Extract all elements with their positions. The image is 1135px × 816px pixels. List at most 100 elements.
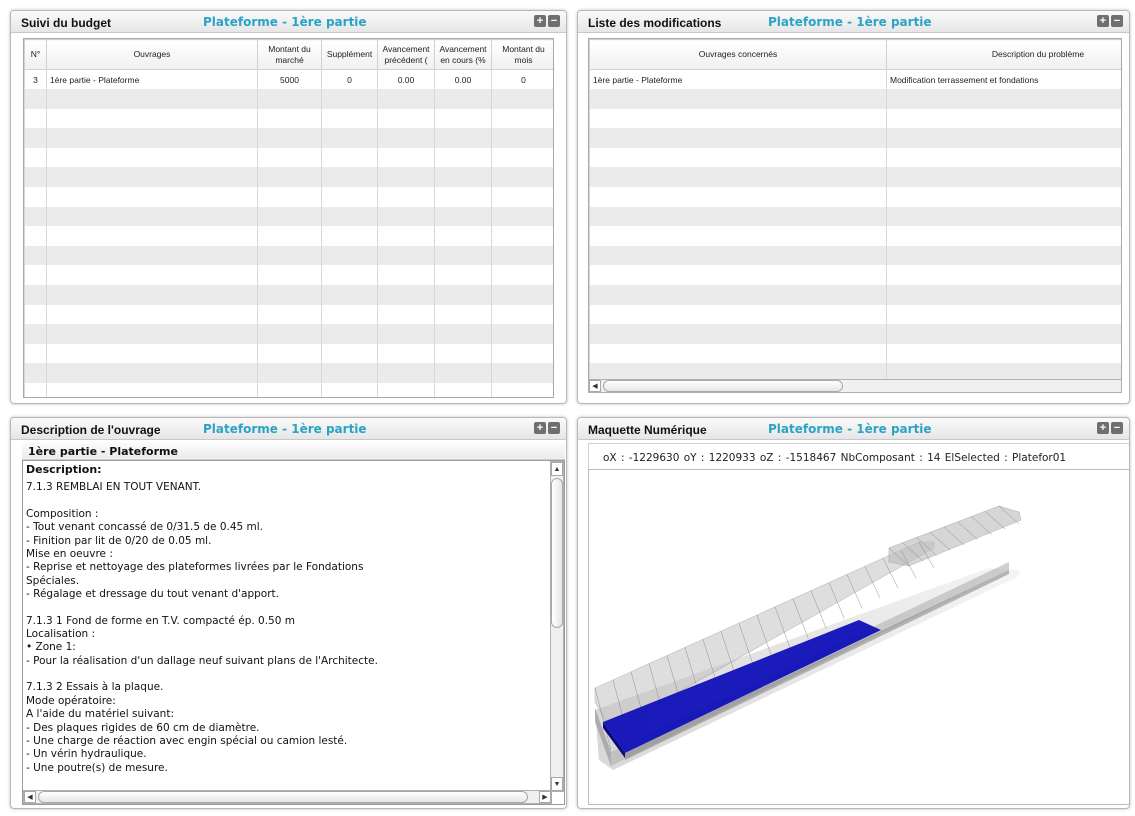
table-row[interactable] (24, 128, 553, 148)
table-row[interactable] (589, 167, 1121, 188)
table-row[interactable] (24, 187, 553, 207)
3d-viewport[interactable] (588, 469, 1129, 805)
table-row[interactable] (24, 245, 553, 266)
table-cell (434, 363, 492, 383)
scroll-left-icon[interactable]: ◀ (589, 380, 601, 392)
table-cell: 3 (24, 69, 47, 90)
table-row[interactable] (24, 167, 553, 188)
table-cell (886, 343, 1121, 364)
table-row[interactable] (589, 187, 1121, 207)
table-cell: 0.00 (377, 69, 435, 90)
budget-panel: Suivi du budget Plateforme - 1ère partie… (10, 10, 567, 404)
expand-icon[interactable]: + (1097, 15, 1109, 27)
table-cell (434, 265, 492, 286)
expand-icon[interactable]: + (534, 15, 546, 27)
description-horizontal-scrollbar[interactable]: ◀ ▶ (23, 790, 552, 804)
table-cell (321, 206, 378, 227)
column-header[interactable]: Ouvrages (46, 39, 258, 70)
table-row[interactable] (24, 147, 553, 168)
table-row[interactable] (589, 226, 1121, 246)
description-line: Spéciales. (26, 574, 80, 587)
table-cell (377, 128, 435, 148)
table-row[interactable] (24, 383, 553, 397)
table-row[interactable] (24, 285, 553, 305)
column-header[interactable]: Avancement en cours (% (434, 39, 492, 70)
table-cell (886, 206, 1121, 227)
table-row[interactable] (24, 206, 553, 227)
table-cell (589, 128, 887, 148)
table-row[interactable] (24, 304, 553, 325)
column-header[interactable]: Description du problème (886, 39, 1121, 70)
table-cell (321, 343, 378, 364)
scroll-up-icon[interactable]: ▲ (551, 462, 563, 476)
table-row[interactable] (24, 265, 553, 286)
description-textarea[interactable]: Description: 7.1.3 REMBLAI EN TOUT VENAN… (22, 460, 565, 805)
table-cell (589, 147, 887, 168)
table-row[interactable] (24, 343, 553, 364)
table-cell (434, 245, 492, 266)
table-row[interactable] (589, 343, 1121, 364)
table-cell (46, 265, 258, 286)
table-row[interactable] (24, 324, 553, 344)
table-cell (434, 324, 492, 344)
table-cell (589, 206, 887, 227)
column-header[interactable]: Montant du mois (491, 39, 553, 70)
table-cell (321, 265, 378, 286)
description-line: - Pour la réalisation d'un dallage neuf … (26, 654, 378, 667)
description-line: - Une poutre(s) de mesure. (26, 761, 168, 774)
table-cell (321, 187, 378, 207)
table-row[interactable] (589, 285, 1121, 305)
table-cell (257, 108, 322, 129)
table-cell: 0.00 (434, 69, 492, 90)
description-panel: Description de l'ouvrage Plateforme - 1è… (10, 417, 567, 809)
scroll-left-icon[interactable]: ◀ (24, 791, 36, 803)
collapse-icon[interactable]: − (1111, 422, 1123, 434)
table-cell (24, 187, 47, 207)
table-row[interactable] (24, 108, 553, 129)
table-row[interactable] (589, 89, 1121, 109)
scroll-down-icon[interactable]: ▼ (551, 777, 563, 791)
table-row[interactable] (589, 206, 1121, 227)
table-cell (589, 89, 887, 109)
modifications-horizontal-scrollbar[interactable]: ◀ (588, 379, 1122, 393)
table-row[interactable]: 3 1ère partie - Plateforme 5000 0 0.00 0.00 0 (24, 69, 553, 90)
table-cell (886, 285, 1121, 305)
description-line: Mode opératoire: (26, 694, 116, 707)
table-row[interactable] (24, 226, 553, 246)
table-cell (321, 89, 378, 109)
collapse-icon[interactable]: − (1111, 15, 1123, 27)
table-row[interactable] (589, 265, 1121, 286)
column-header[interactable]: Montant du marché (257, 39, 322, 70)
table-cell (434, 226, 492, 246)
scroll-right-icon[interactable]: ▶ (539, 791, 551, 803)
scrollbar-thumb[interactable] (603, 380, 843, 392)
collapse-icon[interactable]: − (548, 15, 560, 27)
column-header[interactable]: N° (24, 39, 47, 70)
table-row[interactable] (589, 128, 1121, 148)
table-row[interactable] (24, 363, 553, 383)
3d-model[interactable] (589, 470, 1129, 804)
table-row[interactable] (589, 147, 1121, 168)
expand-icon[interactable]: + (534, 422, 546, 434)
table-cell (257, 167, 322, 188)
table-cell (491, 285, 553, 305)
table-row[interactable] (589, 245, 1121, 266)
collapse-icon[interactable]: − (548, 422, 560, 434)
description-heading: Description: (26, 463, 102, 476)
table-row[interactable] (589, 324, 1121, 344)
scrollbar-thumb[interactable] (551, 478, 563, 628)
column-header[interactable]: Avancement précédent ( (377, 39, 435, 70)
column-header[interactable]: Ouvrages concernés (589, 39, 887, 70)
expand-icon[interactable]: + (1097, 422, 1109, 434)
table-cell (886, 89, 1121, 109)
table-row[interactable] (589, 304, 1121, 325)
description-vertical-scrollbar[interactable]: ▲ ▼ (550, 461, 564, 792)
description-line: - Tout venant concassé de 0/31.5 de 0.45… (26, 521, 264, 534)
column-header[interactable]: Supplément (321, 39, 378, 70)
scrollbar-thumb[interactable] (38, 791, 528, 803)
table-row[interactable] (589, 108, 1121, 129)
table-row[interactable]: 1ère partie - Plateforme Modification ter… (589, 69, 1121, 90)
table-row[interactable] (24, 89, 553, 109)
coordinates-readout: oX : -1229630 oY : 1220933 oZ : -1518467… (588, 443, 1129, 469)
budget-table: N° Ouvrages Montant du marché Supplément Ava… (24, 39, 553, 397)
